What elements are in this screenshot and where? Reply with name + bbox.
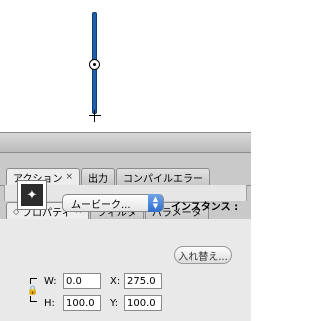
link-bracket-top	[30, 278, 37, 284]
panel-header-bar	[0, 133, 251, 153]
x-field[interactable]: 275.0	[124, 273, 162, 289]
link-bracket-bottom	[30, 296, 37, 302]
height-field[interactable]: 100.0	[63, 295, 101, 311]
crosshair-icon	[89, 110, 101, 122]
y-field[interactable]: 100.0	[124, 295, 162, 311]
lock-icon[interactable]: 🔒	[27, 286, 38, 296]
dropdown-arrows-icon[interactable]: ▲ ▼	[148, 194, 163, 212]
swap-button[interactable]: 入れ替え...	[174, 246, 232, 264]
symbol-type-select[interactable]: ムービーク... ▲ ▼	[62, 194, 164, 212]
width-field[interactable]: 0.0	[63, 273, 101, 289]
x-label: X:	[110, 276, 121, 287]
symbol-type-value: ムービーク...	[71, 199, 131, 211]
tab-output[interactable]: 出力	[81, 168, 116, 185]
height-label: H:	[44, 298, 55, 309]
instance-label: インスタンス :	[171, 202, 239, 213]
stage-canvas[interactable]	[0, 0, 251, 132]
y-label: Y:	[110, 298, 119, 309]
tab-compiler-errors-label: コンパイルエラー	[123, 173, 204, 185]
symbol-glyph: ✦	[21, 184, 43, 206]
tab-compiler-errors[interactable]: コンパイルエラー	[116, 168, 211, 185]
tab-close-icon[interactable]: ×	[66, 172, 74, 182]
width-label: W:	[44, 276, 57, 287]
tab-output-label: 出力	[88, 173, 109, 185]
movieclip-symbol-icon: ✦	[17, 180, 47, 210]
registration-point-icon	[89, 59, 100, 70]
